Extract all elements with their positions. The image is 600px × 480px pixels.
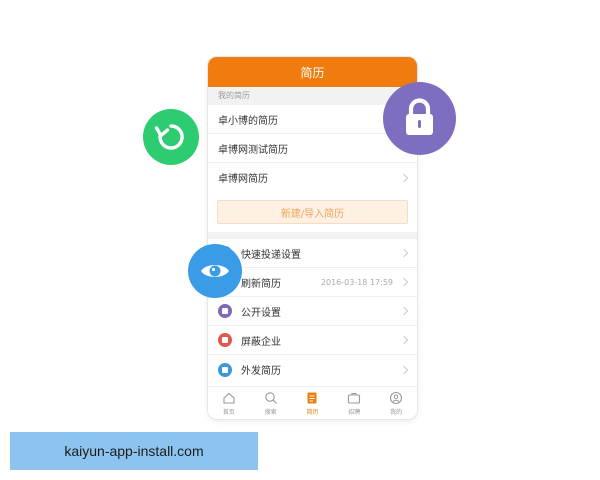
tab-label: 我的 xyxy=(390,408,403,416)
chevron-right-icon xyxy=(399,335,409,345)
chevron-right-icon xyxy=(399,173,409,182)
new-resume-wrap: 新建/导入简历 xyxy=(208,192,417,232)
tab-home[interactable]: 首页 xyxy=(208,387,250,419)
chevron-right-icon xyxy=(399,277,409,287)
settings-item-block[interactable]: 屏蔽企业 xyxy=(208,326,417,355)
bottom-tab-bar: 首页 搜索 简历 招聘 我的 xyxy=(208,386,417,419)
settings-item-label: 外发简历 xyxy=(241,366,281,377)
eye-icon xyxy=(188,244,242,298)
tab-label: 简历 xyxy=(306,408,319,416)
user-icon xyxy=(390,391,403,404)
tab-search[interactable]: 搜索 xyxy=(250,387,292,419)
chevron-right-icon xyxy=(399,365,409,374)
resume-item-label: 卓小博的简历 xyxy=(218,115,278,127)
resume-item-label: 卓博网测试简历 xyxy=(218,144,288,156)
lock-icon xyxy=(383,82,456,155)
section-divider xyxy=(208,232,417,239)
briefcase-icon xyxy=(348,392,361,404)
send-icon xyxy=(218,362,232,377)
tab-recruit[interactable]: 招聘 xyxy=(333,387,375,419)
search-icon xyxy=(264,391,277,404)
home-icon xyxy=(223,392,235,404)
chevron-right-icon xyxy=(399,248,409,258)
resume-icon xyxy=(307,392,317,403)
tab-label: 招聘 xyxy=(348,408,361,416)
refresh-timestamp: 2016-03-18 17:59 xyxy=(320,277,393,287)
chevron-right-icon xyxy=(399,306,409,316)
settings-item-label: 刷新简历 xyxy=(241,278,281,290)
watermark-banner: kaiyun-app-install.com xyxy=(10,432,258,470)
tab-mine[interactable]: 我的 xyxy=(375,387,417,419)
settings-item-send[interactable]: 外发简历 xyxy=(208,355,417,384)
public-icon xyxy=(218,304,232,318)
settings-item-public[interactable]: 公开设置 xyxy=(208,297,417,326)
settings-item-label: 屏蔽企业 xyxy=(241,336,281,348)
new-import-resume-button[interactable]: 新建/导入简历 xyxy=(217,200,408,224)
settings-item-label: 快速投递设置 xyxy=(241,249,301,261)
tab-label: 搜索 xyxy=(264,408,277,416)
settings-item-label: 公开设置 xyxy=(241,307,281,319)
resume-item[interactable]: 卓博网简历 xyxy=(208,163,417,192)
block-icon xyxy=(218,333,232,347)
resume-item-label: 卓博网简历 xyxy=(218,174,268,185)
refresh-icon xyxy=(143,109,199,165)
tab-resume[interactable]: 简历 xyxy=(292,387,334,419)
tab-label: 首页 xyxy=(222,408,235,416)
